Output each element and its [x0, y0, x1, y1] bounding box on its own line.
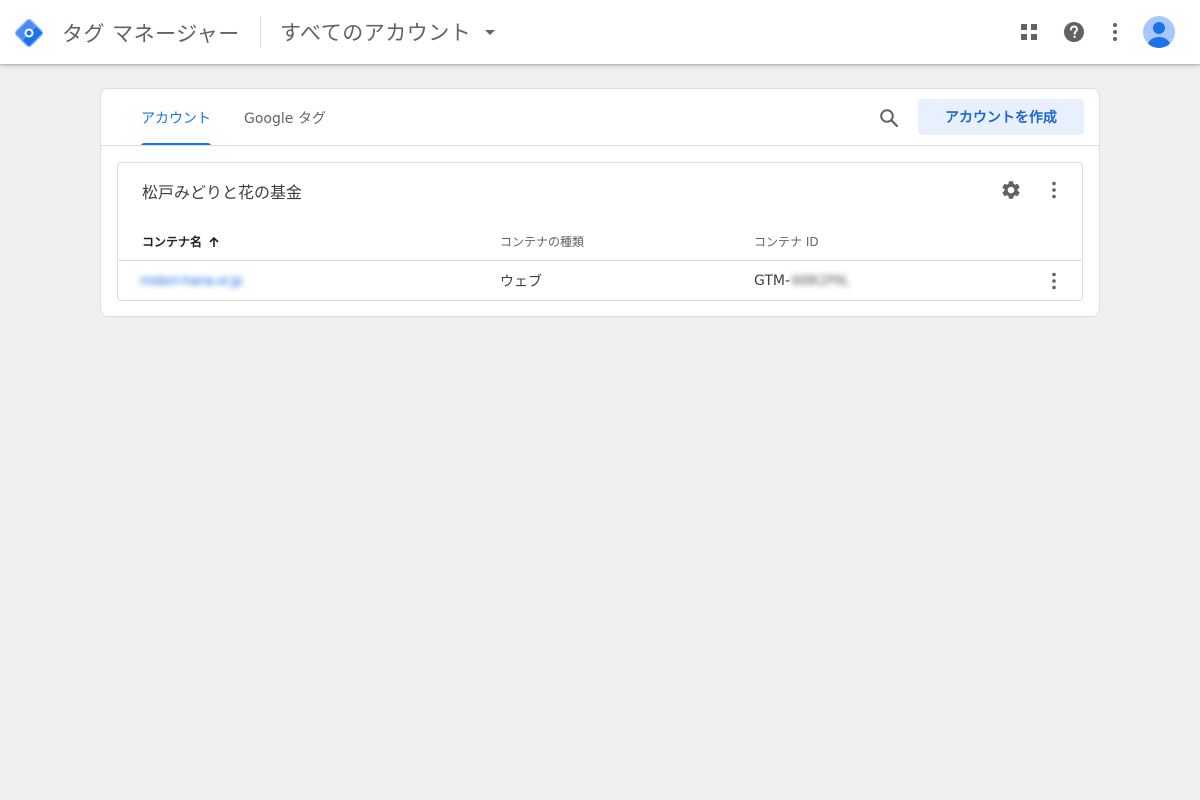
tabs-divider [101, 145, 1099, 146]
arrow-up-icon [209, 236, 219, 247]
header-divider [260, 16, 261, 48]
app-title: タグ マネージャー [62, 22, 240, 46]
tab-bar: アカウント Google タグ [141, 89, 326, 146]
gear-icon [1002, 181, 1020, 199]
create-account-button[interactable]: アカウントを作成 [918, 99, 1084, 135]
avatar[interactable] [1139, 12, 1179, 52]
table-row: midori-hana.or.jp ウェブ GTM- W8K2P9L [118, 261, 1082, 301]
accounts-card: アカウント Google タグ アカウントを作成 松戸みどりと花の基金 コンテナ… [100, 88, 1100, 317]
tab-accounts[interactable]: アカウント [141, 89, 211, 146]
more-vert-icon [1113, 23, 1117, 41]
column-header-container-id: コンテナ ID [754, 235, 819, 249]
help-icon [1064, 22, 1084, 42]
container-name-link[interactable]: midori-hana.or.jp [140, 261, 243, 301]
column-header-container-name[interactable]: コンテナ名 [142, 233, 220, 250]
search-icon [880, 109, 899, 128]
container-type-cell: ウェブ [500, 274, 542, 290]
search-button[interactable] [869, 98, 909, 138]
caret-down-icon [485, 29, 496, 35]
top-app-bar: タグ マネージャー すべてのアカウント [0, 0, 1200, 64]
row-more-button[interactable] [1036, 263, 1072, 299]
account-avatar-icon [1143, 16, 1175, 48]
more-vert-icon [1052, 272, 1056, 290]
account-settings-button[interactable] [993, 172, 1029, 208]
apps-grid-icon [1021, 24, 1037, 40]
more-options-button[interactable] [1095, 12, 1135, 52]
account-panel: 松戸みどりと花の基金 コンテナ名 コンテナの種類 コンテナ ID midori-… [117, 162, 1083, 301]
tab-google-tags[interactable]: Google タグ [244, 89, 326, 146]
account-picker[interactable]: すべてのアカウント [270, 8, 505, 56]
container-name-blurred: midori-hana.or.jp [140, 273, 243, 289]
column-header-container-type: コンテナの種類 [500, 235, 585, 249]
account-more-button[interactable] [1036, 172, 1072, 208]
help-button[interactable] [1054, 12, 1094, 52]
account-picker-label: すべてのアカウント [280, 21, 472, 45]
container-id-cell: GTM- W8K2P9L [754, 261, 849, 301]
account-name: 松戸みどりと花の基金 [142, 183, 303, 202]
apps-button[interactable] [1009, 12, 1049, 52]
tag-manager-logo-icon[interactable] [12, 16, 46, 50]
container-id-blurred: W8K2P9L [791, 273, 849, 289]
column-header-label: コンテナ名 [142, 235, 203, 249]
container-id-prefix: GTM- [754, 273, 791, 289]
more-vert-icon [1052, 181, 1056, 199]
